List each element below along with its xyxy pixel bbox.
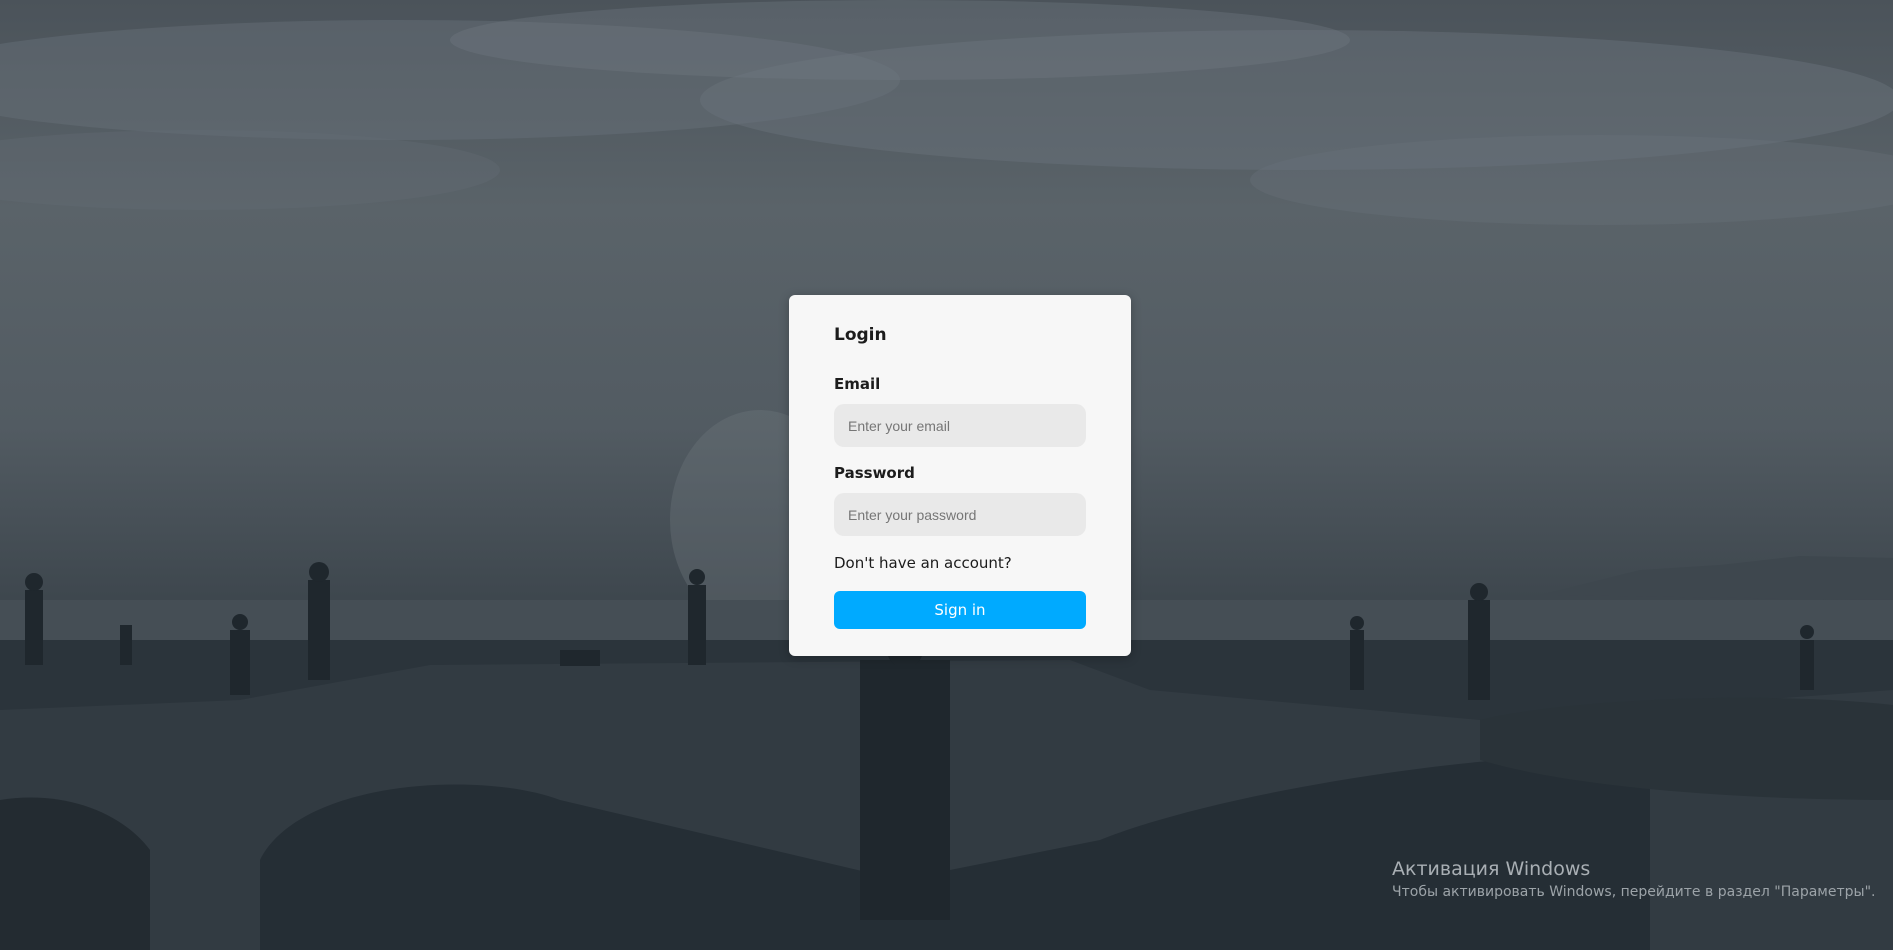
signup-link[interactable]: Don't have an account?: [834, 554, 1012, 572]
windows-activation-watermark: Активация Windows Чтобы активировать Win…: [1392, 858, 1875, 900]
windows-activation-title: Активация Windows: [1392, 858, 1591, 880]
sign-in-button[interactable]: Sign in: [834, 591, 1086, 629]
login-card: Login Email Password Don't have an accou…: [789, 295, 1131, 656]
email-label: Email: [834, 375, 881, 393]
email-field[interactable]: [834, 404, 1086, 447]
password-label: Password: [834, 464, 915, 482]
login-title: Login: [834, 325, 887, 345]
windows-activation-message: Чтобы активировать Windows, перейдите в …: [1392, 884, 1876, 900]
password-field[interactable]: [834, 493, 1086, 536]
